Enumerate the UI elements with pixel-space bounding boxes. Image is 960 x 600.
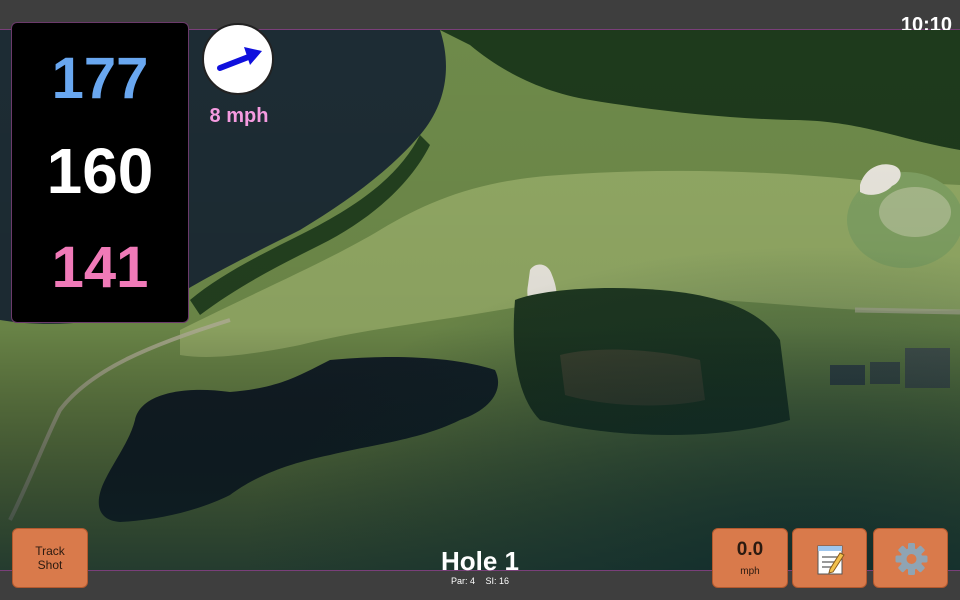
swing-speed-unit: mph (740, 566, 760, 577)
notepad-icon (817, 545, 845, 575)
hole-info: Par: 4 SI: 16 (380, 576, 580, 586)
track-shot-label: Track Shot (35, 544, 65, 572)
hole-par: Par: 4 (450, 576, 475, 586)
hole-title: Hole 1 (440, 546, 520, 576)
hole-stroke-index: SI: 16 (485, 576, 510, 586)
wind-speed: 8 mph (209, 105, 269, 127)
swing-speed-value: 0.0 (736, 539, 764, 560)
settings-button[interactable] (873, 528, 948, 588)
swing-speed-button[interactable]: 0.0 mph (712, 528, 788, 588)
wind-indicator[interactable] (202, 23, 274, 95)
track-shot-label-line2: Shot (37, 558, 63, 572)
front-distance: 141 (51, 235, 149, 300)
back-distance: 177 (51, 46, 149, 111)
gear-icon (895, 543, 928, 575)
track-shot-button[interactable]: Track Shot (12, 528, 88, 588)
middle-distance: 160 (46, 135, 154, 207)
wind-arrow-icon (217, 47, 262, 71)
distance-panel: 177 160 141 (11, 22, 189, 323)
track-shot-label-line1: Track (35, 544, 65, 558)
notes-button[interactable] (792, 528, 867, 588)
